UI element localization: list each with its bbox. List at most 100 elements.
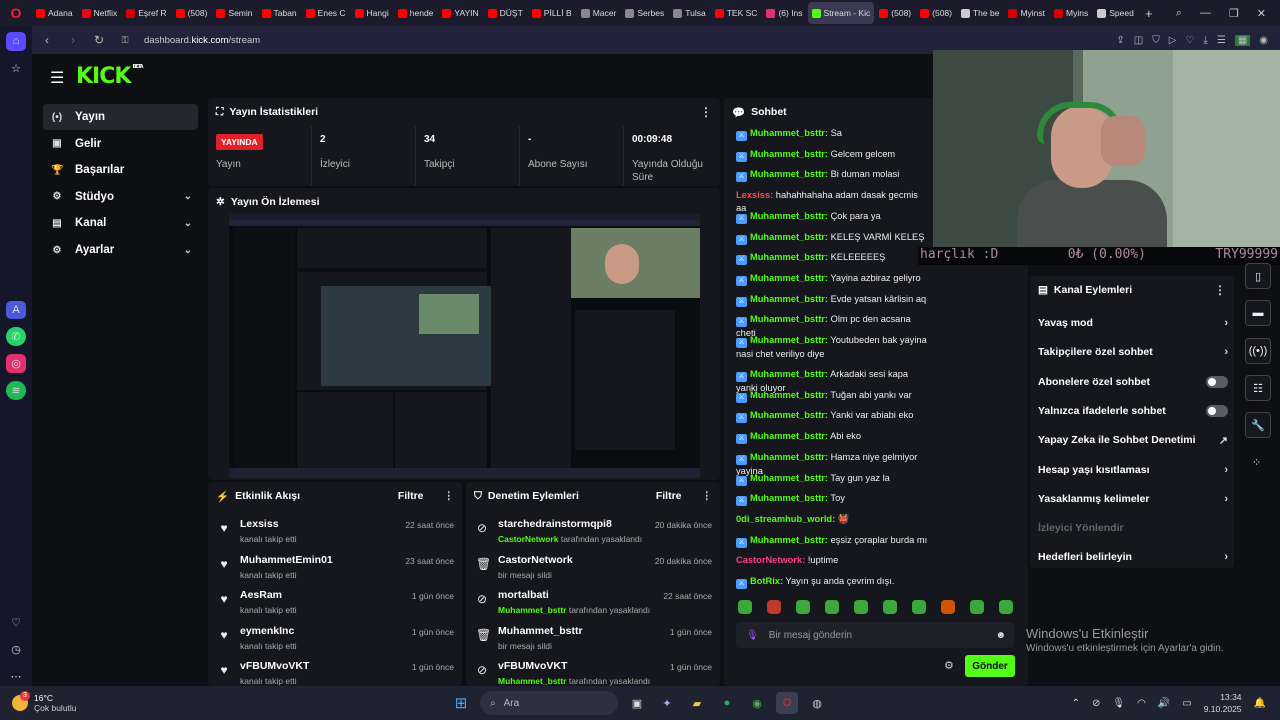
more-options-icon[interactable]: ⋮ [1214, 283, 1226, 297]
emote-icon[interactable] [912, 600, 926, 614]
moderation-item[interactable]: ⊘ starchedrainstormqpi8 CastorNetwork tara… [476, 518, 712, 550]
browser-tab[interactable]: Enes C [302, 2, 350, 24]
copilot-icon[interactable]: ✦ [656, 692, 678, 714]
chat-username[interactable]: Muhammet_bsttr: [750, 211, 828, 221]
heart-icon[interactable]: ♡ [6, 614, 26, 633]
activity-item[interactable]: ♥ Lexsiss kanalı takip etti 22 saat önce [218, 518, 454, 550]
site-info-icon[interactable]: ⚿ [118, 35, 132, 46]
channel-action-6[interactable]: Yasaklanmış kelimeler › [1038, 490, 1228, 508]
instagram-icon[interactable]: ◎ [6, 354, 26, 374]
camera-icon[interactable]: ◫ [1134, 35, 1143, 46]
chat-username[interactable]: Muhammet_bsttr: [750, 431, 828, 441]
chat-username[interactable]: Muhammet_bsttr: [750, 473, 828, 483]
chrome-icon[interactable]: ◉ [746, 692, 768, 714]
wrench-icon[interactable]: 🔧 [1245, 412, 1271, 438]
browser-tab[interactable]: Myinst [1004, 2, 1049, 24]
new-tab-button[interactable]: + [1139, 6, 1159, 21]
activity-item[interactable]: ♥ eymenkInc kanalı takip etti 1 gün önce [218, 625, 454, 657]
maximize-icon[interactable]: ❐ [1229, 7, 1239, 20]
star-icon[interactable]: ☆ [6, 59, 26, 78]
kick-logo[interactable]: KICK BETA [76, 64, 144, 89]
layout-icon[interactable]: ☷ [1245, 375, 1271, 401]
chat-username[interactable]: CastorNetwork: [736, 555, 805, 565]
moderation-actor[interactable]: Muhammet_bsttr [498, 676, 566, 686]
mic-icon[interactable]: 🎙 [1112, 698, 1125, 709]
reload-icon[interactable]: ↻ [92, 33, 106, 47]
moderation-item[interactable]: ⊘ vFBUMvoVKT Muhammet_bsttr tarafından yas… [476, 660, 712, 686]
microphone-icon[interactable]: 🎙 [746, 630, 759, 641]
back-icon[interactable]: ‹ [40, 33, 54, 47]
chat-username[interactable]: Muhammet_bsttr: [750, 294, 828, 304]
whatsapp-icon[interactable]: ✆ [6, 327, 26, 347]
chat-username[interactable]: 0di_streamhub_world: [736, 514, 835, 524]
moderation-item[interactable]: 🗑 Muhammet_bsttr bir mesajı sildi 1 gün önc… [476, 625, 712, 657]
browser-tab[interactable]: hende [394, 2, 438, 24]
browser-tab[interactable]: Semin [212, 2, 256, 24]
emote-icon[interactable] [999, 600, 1013, 614]
more-icon[interactable]: ⋯ [6, 667, 26, 686]
toggle-switch[interactable] [1206, 404, 1228, 417]
preview-video[interactable] [229, 214, 700, 478]
game-icon[interactable]: ◍ [806, 692, 828, 714]
channel-action-2[interactable]: Abonelere özel sohbet [1038, 373, 1228, 391]
notes-icon[interactable]: ▯ [1245, 263, 1271, 289]
browser-tab[interactable]: Taban [258, 2, 301, 24]
browser-tab[interactable]: Stream - Kic [807, 2, 875, 24]
add-widget-icon[interactable]: ⁘ [1252, 456, 1261, 469]
browser-tab[interactable]: DÜŞT [484, 2, 527, 24]
share-icon[interactable]: ⇪ [1116, 35, 1124, 46]
activity-filter-button[interactable]: Filtre [398, 490, 424, 502]
chat-username[interactable]: Muhammet_bsttr: [750, 335, 828, 345]
chat-username[interactable]: Muhammet_bsttr: [750, 252, 828, 262]
browser-tab[interactable]: (508) [875, 2, 915, 24]
hamburger-menu-icon[interactable]: ☰ [50, 68, 64, 88]
emote-icon[interactable] [883, 600, 897, 614]
browser-tab[interactable]: The be [957, 2, 1003, 24]
volume-icon[interactable]: 🔊 [1158, 698, 1170, 709]
tray-chevron-icon[interactable]: ⌃ [1072, 698, 1080, 709]
weather-widget[interactable]: 3 16°C Çok bulutlu [0, 686, 130, 720]
more-options-icon[interactable]: ⋮ [444, 490, 455, 502]
browser-tab[interactable]: (508) [172, 2, 212, 24]
url-field[interactable]: dashboard.kick.com/stream [144, 35, 260, 46]
forward-icon[interactable]: › [66, 33, 80, 47]
emote-icon[interactable] [825, 600, 839, 614]
windows-start-icon[interactable]: ⊞ [450, 692, 472, 714]
channel-action-0[interactable]: Yavaş mod › [1038, 314, 1228, 332]
history-icon[interactable]: ◷ [6, 640, 26, 659]
spotify-icon[interactable]: ≋ [6, 381, 26, 400]
channel-action-4[interactable]: Yapay Zeka ile Sohbet Denetimi ↗ [1038, 431, 1228, 449]
taskbar-search[interactable]: ⌕ Ara [480, 691, 618, 715]
chat-username[interactable]: Muhammet_bsttr: [750, 273, 828, 283]
file-explorer-icon[interactable]: ▰ [686, 692, 708, 714]
toggle-switch[interactable] [1206, 375, 1228, 388]
download-icon[interactable]: ⤓ [1203, 35, 1207, 46]
nav-item-1[interactable]: ▣ Gelir [43, 131, 198, 157]
play-icon[interactable]: ▷ [1169, 35, 1177, 46]
nav-item-0[interactable]: (•) Yayın [43, 104, 198, 130]
emote-icon[interactable] [796, 600, 810, 614]
chat-input[interactable]: 🎙 Bir mesaj gönderin ☻ [736, 622, 1014, 648]
emote-icon[interactable] [941, 600, 955, 614]
chat-username[interactable]: Muhammet_bsttr: [750, 452, 828, 462]
browser-tab[interactable]: Adana [32, 2, 77, 24]
browser-tab[interactable]: Eşref R [122, 2, 170, 24]
moderation-filter-button[interactable]: Filtre [656, 490, 682, 502]
moderation-actor[interactable]: CastorNetwork [498, 534, 558, 544]
aria-icon[interactable]: A [6, 300, 26, 320]
more-options-icon[interactable]: ⋮ [700, 105, 712, 119]
activity-item[interactable]: ♥ AesRam kanalı takip etti 1 gün önce [218, 589, 454, 621]
browser-tab[interactable]: Tulsa [669, 2, 709, 24]
browser-tab[interactable]: PİLLİ B [528, 2, 576, 24]
clock[interactable]: 13:34 9.10.2025 [1204, 691, 1242, 715]
emote-icon[interactable] [970, 600, 984, 614]
heart-icon[interactable]: ♡ [1185, 35, 1194, 46]
chat-username[interactable]: Muhammet_bsttr: [750, 232, 828, 242]
browser-tab[interactable]: Speed [1093, 2, 1138, 24]
chat-username[interactable]: Muhammet_bsttr: [750, 314, 828, 324]
activity-item[interactable]: ♥ MuhammetEmin01 kanalı takip etti 23 saat … [218, 554, 454, 586]
chat-username[interactable]: Muhammet_bsttr: [750, 128, 828, 138]
browser-tab[interactable]: Hangi [351, 2, 393, 24]
browser-tab[interactable]: YAYIN [438, 2, 482, 24]
emote-icon[interactable] [767, 600, 781, 614]
